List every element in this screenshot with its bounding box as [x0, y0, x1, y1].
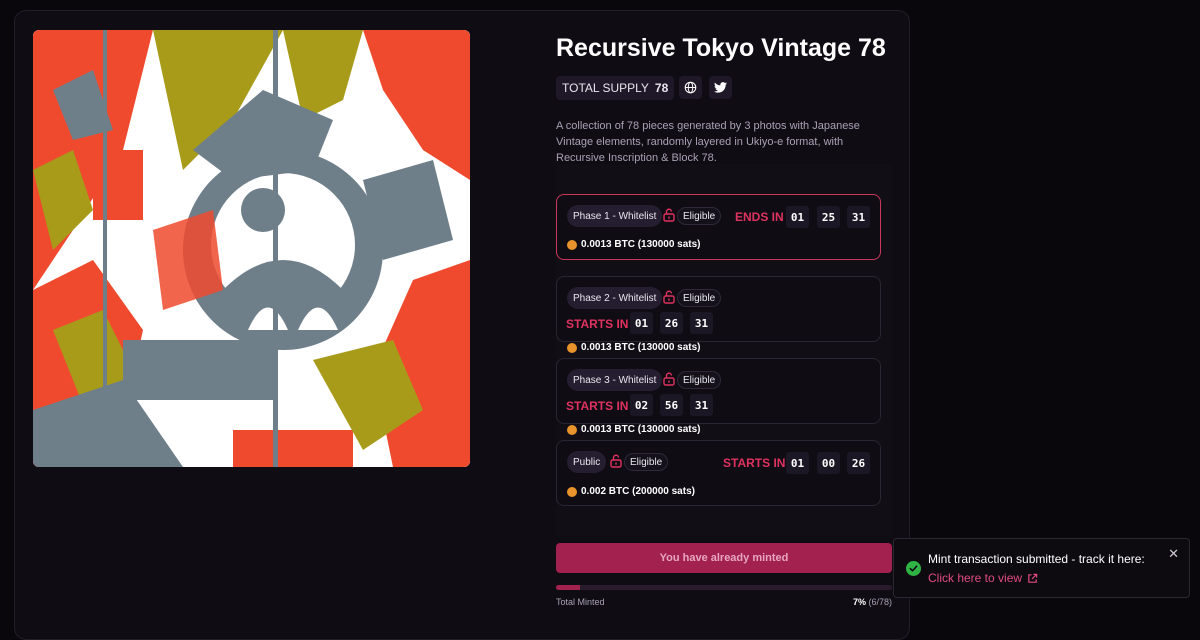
twitter-button[interactable]	[709, 76, 732, 99]
phase-card-2[interactable]: Phase 2 - Whitelist Eligible STARTS IN 0…	[556, 276, 881, 353]
phase-price-text: 0.0013 BTC (130000 sats)	[581, 239, 701, 250]
toast-view-link[interactable]: Click here to view	[928, 571, 1038, 585]
toast-link-label: Click here to view	[928, 571, 1023, 585]
eligibility-badge: Eligible	[677, 207, 722, 225]
collection-description: A collection of 78 pieces generated by 3…	[556, 120, 860, 164]
phase-card-1[interactable]: Phase 1 - Whitelist Eligible ENDS IN 01 …	[556, 194, 881, 260]
bitcoin-coin-icon	[567, 342, 577, 353]
collection-artwork	[33, 30, 470, 467]
globe-icon	[684, 81, 697, 94]
total-supply-badge: TOTAL SUPPLY 78	[556, 76, 675, 100]
phase-price: 0.0013 BTC (130000 sats)	[567, 342, 701, 353]
timer-seconds: 31	[847, 206, 870, 228]
total-supply-label: TOTAL SUPPLY	[562, 81, 649, 95]
twitter-icon	[714, 82, 727, 93]
unlock-icon	[663, 290, 675, 304]
bitcoin-coin-icon	[567, 424, 577, 435]
unlock-icon	[663, 208, 675, 222]
total-supply-value: 78	[654, 81, 669, 95]
mint-progress-fill	[556, 585, 580, 590]
website-button[interactable]	[679, 76, 702, 99]
phase-price: 0.002 BTC (200000 sats)	[567, 486, 695, 497]
phase-price: 0.0013 BTC (130000 sats)	[567, 424, 701, 435]
phase-name: Phase 1 - Whitelist	[567, 205, 663, 227]
phase-name: Public	[567, 451, 607, 473]
mint-progress-bar	[556, 585, 892, 590]
timer-minutes: 25	[817, 206, 840, 228]
phase-price-text: 0.0013 BTC (130000 sats)	[581, 342, 701, 353]
phase-price-text: 0.0013 BTC (130000 sats)	[581, 424, 701, 435]
check-circle-icon	[906, 561, 921, 576]
timer-hours: 01	[786, 452, 809, 474]
unlock-icon	[610, 454, 622, 468]
toast-notification: Mint transaction submitted - track it he…	[893, 538, 1190, 598]
timer-seconds: 31	[690, 312, 713, 334]
total-minted-value: 7% (6/78)	[853, 597, 892, 607]
phase-name: Phase 3 - Whitelist	[567, 369, 663, 391]
collection-title: Recursive Tokyo Vintage 78	[556, 34, 886, 62]
total-minted-count: (6/78)	[868, 597, 892, 607]
already-minted-button[interactable]: You have already minted	[556, 543, 892, 573]
timer-hours: 01	[786, 206, 809, 228]
unlock-icon	[663, 372, 675, 386]
eligibility-badge: Eligible	[677, 371, 722, 389]
phase-card-3[interactable]: Phase 3 - Whitelist Eligible STARTS IN 0…	[556, 358, 881, 435]
phase-price: 0.0013 BTC (130000 sats)	[567, 239, 701, 250]
timer-label: STARTS IN	[566, 399, 629, 413]
eligibility-badge: Eligible	[677, 289, 722, 307]
bitcoin-coin-icon	[567, 486, 577, 497]
phase-price-text: 0.002 BTC (200000 sats)	[581, 486, 695, 497]
total-minted-label: Total Minted	[556, 597, 605, 607]
timer-hours: 01	[630, 312, 653, 334]
phase-card-public[interactable]: Public Eligible STARTS IN 01 00 26 0.002…	[556, 440, 881, 506]
timer-minutes: 56	[660, 394, 683, 416]
timer-seconds: 26	[847, 452, 870, 474]
timer-label: STARTS IN	[723, 456, 786, 470]
timer-label: ENDS IN	[735, 210, 784, 224]
eligibility-badge: Eligible	[624, 453, 669, 471]
timer-hours: 02	[630, 394, 653, 416]
phase-name: Phase 2 - Whitelist	[567, 287, 663, 309]
external-link-icon	[1028, 573, 1038, 583]
timer-seconds: 31	[690, 394, 713, 416]
total-minted-percent: 7%	[852, 597, 866, 607]
toast-message: Mint transaction submitted - track it he…	[928, 552, 1145, 566]
timer-minutes: 00	[817, 452, 840, 474]
close-icon[interactable]: ✕	[1168, 546, 1179, 562]
timer-minutes: 26	[660, 312, 683, 334]
bitcoin-coin-icon	[567, 239, 577, 250]
timer-label: STARTS IN	[566, 317, 629, 331]
